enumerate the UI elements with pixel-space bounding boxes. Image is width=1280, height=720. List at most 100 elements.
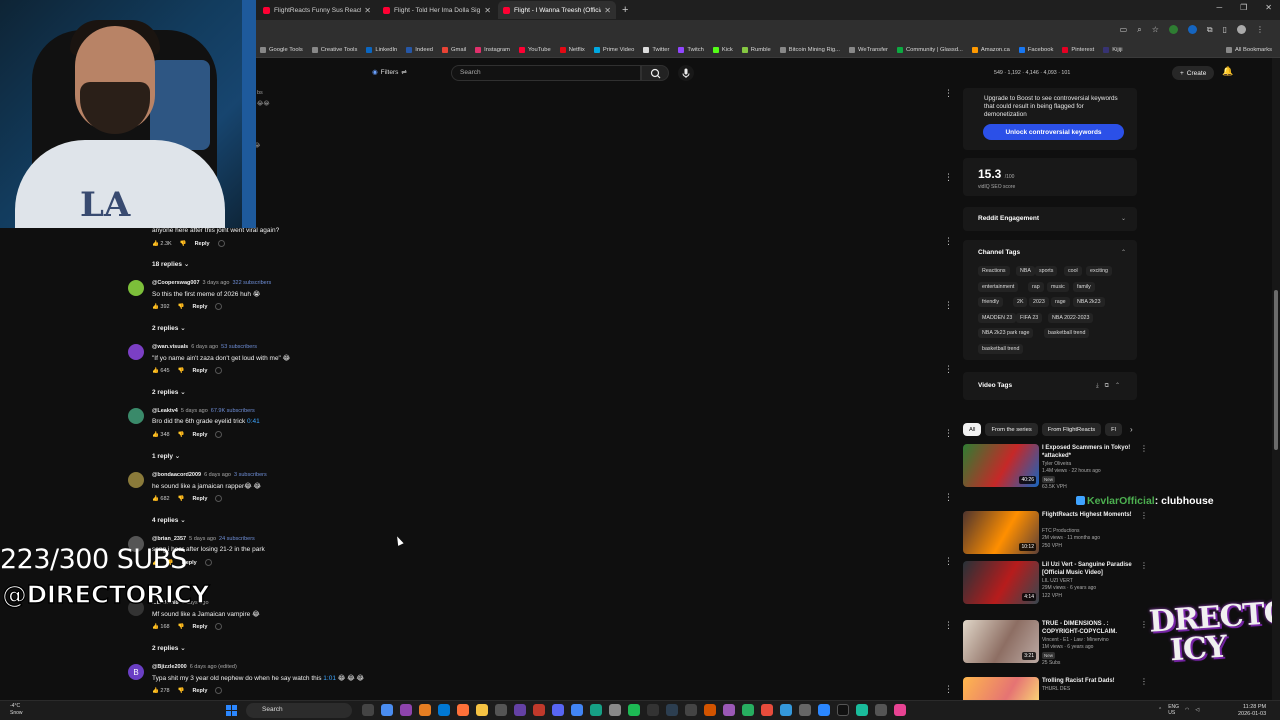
replies-toggle[interactable]: 4 replies ⌄ (152, 516, 186, 524)
bookmark-bitcoin-mining[interactable]: Bitcoin Mining Rig... (779, 46, 840, 53)
app-icon[interactable] (647, 704, 659, 716)
unlock-keywords-button[interactable]: Unlock controversial keywords (983, 124, 1124, 140)
channel-tag[interactable]: rage (1051, 297, 1070, 307)
app-icon[interactable] (799, 704, 811, 716)
channel-name[interactable]: FTC Productions (1042, 528, 1080, 534)
like-icon[interactable]: 👍 682 (152, 496, 170, 502)
replies-toggle[interactable]: 2 replies ⌄ (152, 388, 186, 396)
close-tab-icon[interactable]: ✕ (484, 6, 491, 15)
bookmark-instagram[interactable]: Instagram (475, 46, 510, 53)
related-video-item[interactable]: 4:14 Lil Uzi Vert - Sanguine Paradise [Of… (963, 561, 1148, 607)
dislike-icon[interactable]: 👎 (178, 368, 185, 374)
reply-button[interactable]: Reply (192, 368, 207, 374)
comment-author[interactable]: @bondaacord2009 (152, 472, 201, 478)
app-icon[interactable] (590, 704, 602, 716)
channel-tag[interactable]: rap (1028, 282, 1044, 292)
language-indicator[interactable]: ENG US (1168, 704, 1179, 716)
channel-name[interactable]: THURL DES (1042, 686, 1070, 692)
more-actions-icon[interactable]: ⋮ (1140, 444, 1148, 453)
bookmark-indeed[interactable]: Indeed (406, 46, 433, 53)
app-icon[interactable] (761, 704, 773, 716)
like-icon[interactable]: 👍 392 (152, 304, 170, 310)
spotify-icon[interactable] (628, 704, 640, 716)
replies-toggle[interactable]: 18 replies ⌄ (152, 260, 189, 268)
bookmark-gmail[interactable]: Gmail (442, 46, 466, 53)
close-window-icon[interactable]: ✕ (1265, 3, 1272, 12)
comment-author[interactable]: @wan.visuals (152, 344, 188, 350)
avatar[interactable] (128, 344, 144, 360)
bookmark-prime-video[interactable]: Prime Video (593, 46, 634, 53)
more-actions-icon[interactable]: ⋮ (944, 620, 953, 631)
chip-more[interactable]: Fl (1105, 423, 1122, 436)
bookmark-glassdoor[interactable]: Community | Glassd... (896, 46, 963, 53)
profile-avatar[interactable] (1237, 25, 1246, 34)
channel-tag[interactable]: basketball trend (1044, 328, 1090, 338)
maximize-icon[interactable]: ❐ (1240, 3, 1247, 12)
reply-button[interactable]: Reply (192, 304, 207, 310)
taskbar-search[interactable]: Search (246, 703, 352, 718)
comment-time[interactable]: 6 days ago (204, 472, 231, 478)
more-actions-icon[interactable]: ⋮ (944, 492, 953, 503)
comment-time[interactable]: 3 days ago (203, 280, 230, 286)
more-actions-icon[interactable]: ⋮ (1140, 561, 1148, 570)
taskbar-clock[interactable]: 11:28 PM 2026-01-03 (1238, 704, 1266, 718)
bookmark-wetransfer[interactable]: WeTransfer (849, 46, 888, 53)
app-icon[interactable] (723, 704, 735, 716)
more-actions-icon[interactable]: ⋮ (944, 300, 953, 311)
close-tab-icon[interactable]: ✕ (364, 6, 371, 15)
app-icon[interactable] (742, 704, 754, 716)
app-icon[interactable] (495, 704, 507, 716)
extension-icon[interactable] (1187, 25, 1197, 34)
app-icon[interactable] (894, 704, 906, 716)
cast-icon[interactable]: ▭ (1120, 25, 1128, 35)
dislike-icon[interactable]: 👎 (178, 624, 185, 630)
chip-from-series[interactable]: From the series (985, 423, 1038, 436)
channel-tag[interactable]: NBA (1016, 266, 1035, 276)
app-icon[interactable] (514, 704, 526, 716)
filters-button[interactable]: ◉ Filters ⇌ (372, 68, 407, 77)
app-icon[interactable] (533, 704, 545, 716)
bookmark-twitter[interactable]: Twitter (643, 46, 669, 53)
avatar[interactable] (128, 472, 144, 488)
comment-author[interactable]: @Cooperswag007 (152, 280, 200, 286)
video-thumbnail[interactable]: 40:26 (963, 444, 1039, 487)
avatar[interactable] (128, 280, 144, 296)
more-actions-icon[interactable]: ⋮ (1140, 620, 1148, 629)
notifications-bell-icon[interactable]: 🔔 (1222, 66, 1233, 77)
file-explorer-icon[interactable] (476, 704, 488, 716)
zoom-icon[interactable]: ⌕ (1137, 25, 1141, 35)
browser-tab-2[interactable]: Flight - Told Her Ima Dolla Sig ✕ (378, 1, 496, 19)
channel-name[interactable]: Tyler Oliveira (1042, 461, 1071, 467)
replies-toggle[interactable]: 2 replies ⌄ (152, 644, 186, 652)
app-icon[interactable] (875, 704, 887, 716)
more-actions-icon[interactable]: ⋮ (944, 684, 953, 695)
all-bookmarks[interactable]: All Bookmarks (1225, 46, 1272, 53)
create-button[interactable]: + Create (1172, 66, 1215, 80)
related-video-item[interactable]: 3:21 TRUE - DIMENSIONS . : COPYRIGHT-COPY… (963, 620, 1148, 666)
minimize-icon[interactable]: ─ (1216, 3, 1222, 12)
bookmark-twitch[interactable]: Twitch (678, 46, 704, 53)
avatar[interactable] (128, 408, 144, 424)
browser-tab-1[interactable]: FlightReacts Funny Sus Reactio ✕ (258, 1, 376, 19)
bookmark-amazon[interactable]: Amazon.ca (971, 46, 1010, 53)
replies-toggle[interactable]: 2 replies ⌄ (152, 324, 186, 332)
firefox-icon[interactable] (457, 704, 469, 716)
app-icon[interactable] (780, 704, 792, 716)
browser-tab-3-active[interactable]: Flight - I Wanna Treesh (Officia ✕ (498, 1, 616, 19)
chevron-right-icon[interactable]: › (1130, 425, 1133, 434)
video-title[interactable]: Trolling Racist Frat Dads! (1042, 678, 1140, 686)
channel-tag[interactable]: exciting (1086, 266, 1112, 276)
extension-icon[interactable] (1168, 25, 1178, 34)
download-icon[interactable]: ⤓ (1096, 383, 1105, 389)
dislike-icon[interactable]: 👎 (180, 241, 187, 247)
bookmark-linkedin[interactable]: LinkedIn (366, 46, 397, 53)
more-actions-icon[interactable]: ⋮ (944, 364, 953, 375)
replies-toggle[interactable]: 1 reply ⌄ (152, 452, 180, 460)
channel-tag[interactable]: NBA 2k23 park rage (978, 328, 1034, 338)
channel-tag[interactable]: NBA 2k23 (1073, 297, 1105, 307)
app-icon[interactable] (818, 704, 830, 716)
video-title[interactable]: I Exposed Scammers in Tokyo! *attacked* (1042, 445, 1140, 460)
channel-tag[interactable]: entertainment (978, 282, 1019, 292)
app-icon[interactable] (381, 704, 393, 716)
channel-tag[interactable]: NBA 2022-2023 (1048, 313, 1094, 323)
